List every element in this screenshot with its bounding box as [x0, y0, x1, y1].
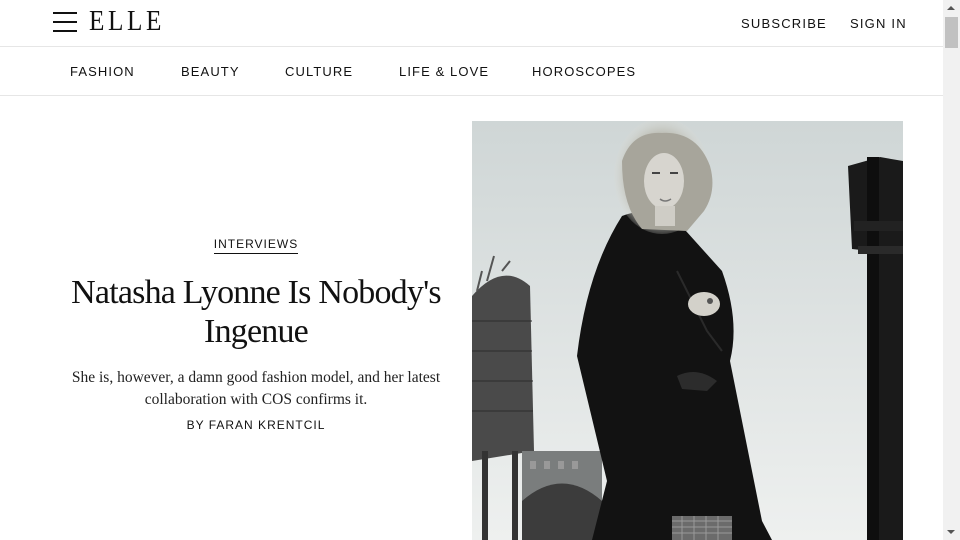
- site-header: ELLE SUBSCRIBE SIGN IN: [0, 0, 943, 47]
- scroll-thumb[interactable]: [945, 17, 958, 48]
- scroll-up-icon[interactable]: [947, 6, 955, 10]
- site-logo[interactable]: ELLE: [89, 6, 165, 38]
- nav-item-horoscopes[interactable]: HOROSCOPES: [532, 64, 636, 79]
- article-kicker: INTERVIEWS: [40, 237, 472, 254]
- nav-item-culture[interactable]: CULTURE: [285, 64, 353, 79]
- menu-icon[interactable]: [53, 12, 77, 32]
- article-hero-text: INTERVIEWS Natasha Lyonne Is Nobody's In…: [40, 121, 472, 540]
- sign-in-link[interactable]: SIGN IN: [850, 16, 907, 31]
- article-dek: She is, however, a damn good fashion mod…: [71, 369, 441, 408]
- page: ELLE SUBSCRIBE SIGN IN FASHION BEAUTY CU…: [0, 0, 943, 540]
- hero-photo: [472, 121, 903, 540]
- nav-item-beauty[interactable]: BEAUTY: [181, 64, 240, 79]
- kicker-link[interactable]: INTERVIEWS: [213, 237, 299, 254]
- nav-item-life-love[interactable]: LIFE & LOVE: [399, 64, 489, 79]
- page-scrollbar[interactable]: [943, 0, 960, 540]
- section-nav: FASHION BEAUTY CULTURE LIFE & LOVE HOROS…: [0, 47, 943, 96]
- nav-item-fashion[interactable]: FASHION: [70, 64, 135, 79]
- subscribe-link[interactable]: SUBSCRIBE: [741, 16, 827, 31]
- scroll-down-icon[interactable]: [947, 530, 955, 534]
- article-byline: BY FARAN KRENTCIL: [186, 418, 326, 432]
- article-hero-image[interactable]: [472, 121, 903, 540]
- article-headline[interactable]: Natasha Lyonne Is Nobody's Ingenue: [60, 273, 452, 351]
